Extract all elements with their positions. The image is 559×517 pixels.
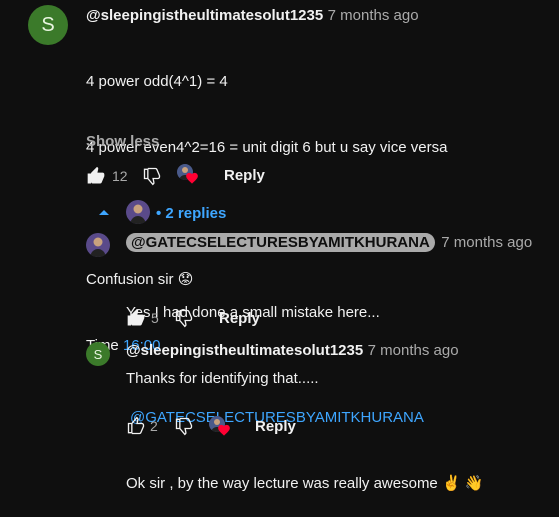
thumb-up-filled-icon bbox=[126, 308, 146, 328]
dislike-button[interactable] bbox=[174, 308, 194, 328]
reply-button[interactable]: Reply bbox=[224, 167, 265, 184]
dislike-button[interactable] bbox=[142, 166, 162, 186]
reply-time[interactable]: 7 months ago bbox=[441, 234, 532, 251]
like-count: 5 bbox=[151, 310, 159, 326]
avatar[interactable]: S bbox=[28, 5, 68, 45]
comment-author[interactable]: @sleepingistheultimatesolut1235 bbox=[86, 7, 323, 24]
thumb-down-icon bbox=[174, 308, 194, 328]
like-button[interactable]: 12 bbox=[86, 166, 128, 186]
reply-button[interactable]: Reply bbox=[219, 310, 260, 327]
replies-toggle[interactable]: • 2 replies bbox=[156, 205, 226, 222]
reply-line: Ok sir , by the way lecture was really a… bbox=[126, 475, 484, 492]
reply-header: @GATECSELECTURESBYAMITKHURANA 7 months a… bbox=[126, 233, 532, 252]
avatar-letter: S bbox=[93, 346, 103, 362]
dislike-button[interactable] bbox=[174, 416, 194, 436]
avatar-letter: S bbox=[41, 13, 55, 36]
caret-up-icon bbox=[97, 207, 111, 217]
reply-body: @GATECSELECTURESBYAMITKHURANA Ok sir , b… bbox=[126, 363, 483, 517]
thumb-up-icon bbox=[126, 416, 146, 436]
like-button[interactable]: 2 bbox=[126, 416, 158, 436]
comment-line: 4 power odd(4^1) = 4 bbox=[86, 73, 228, 90]
like-count: 12 bbox=[112, 168, 128, 184]
show-less-button[interactable]: Show less bbox=[86, 133, 159, 150]
creator-heart bbox=[209, 416, 230, 436]
collapse-replies-button[interactable] bbox=[97, 207, 111, 217]
like-button[interactable]: 5 bbox=[126, 308, 159, 328]
replier-avatar bbox=[126, 200, 150, 224]
creator-heart bbox=[177, 164, 198, 184]
thumb-up-filled-icon bbox=[86, 166, 106, 186]
comment-time[interactable]: 7 months ago bbox=[328, 7, 419, 24]
heart-icon bbox=[217, 423, 231, 436]
author-pill[interactable]: @GATECSELECTURESBYAMITKHURANA bbox=[126, 233, 435, 252]
comment-header: @sleepingistheultimatesolut1235 7 months… bbox=[86, 7, 419, 25]
avatar[interactable]: S bbox=[86, 342, 110, 366]
thumb-down-icon bbox=[142, 166, 162, 186]
reply-header: @sleepingistheultimatesolut1235 7 months… bbox=[126, 342, 459, 360]
reply-author[interactable]: @sleepingistheultimatesolut1235 bbox=[126, 342, 363, 359]
reply-time[interactable]: 7 months ago bbox=[368, 342, 459, 359]
thumb-down-icon bbox=[174, 416, 194, 436]
avatar[interactable] bbox=[86, 233, 110, 257]
like-count: 2 bbox=[150, 418, 158, 434]
heart-icon bbox=[185, 171, 199, 184]
reply-button[interactable]: Reply bbox=[255, 418, 296, 435]
